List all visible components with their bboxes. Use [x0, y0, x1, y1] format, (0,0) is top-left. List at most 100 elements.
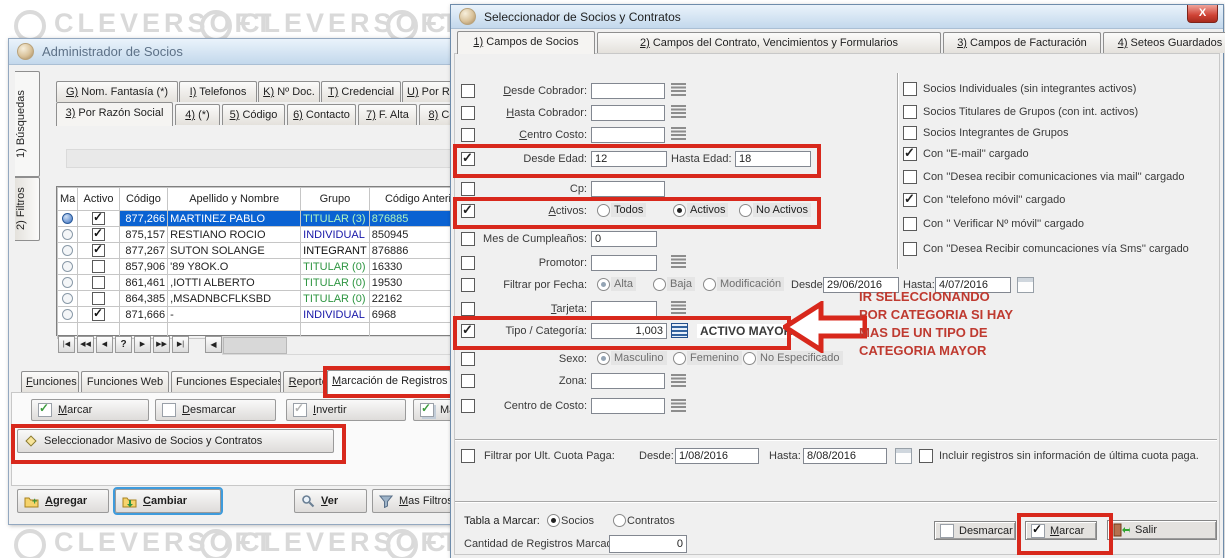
tab-funciones-especiales[interactable]: Funciones Especiales — [171, 371, 281, 392]
calendar-icon[interactable] — [895, 448, 912, 464]
activo-checkbox[interactable] — [92, 212, 105, 225]
tab-por-razon-social[interactable]: 3) Por Razón Social — [56, 102, 173, 126]
verificar-movil-checkbox[interactable] — [903, 217, 917, 231]
table-row[interactable]: 877,267 SUTON SOLANGE INTEGRANT 876886 — [58, 243, 477, 259]
tab-contacto[interactable]: 6) Contacto — [287, 104, 356, 125]
row-marker-icon[interactable] — [62, 293, 73, 304]
nav-fast-next-button[interactable]: ▶▶ — [153, 336, 170, 353]
side-tab-filtros[interactable]: 2) Filtros — [15, 177, 40, 241]
table-row[interactable]: 864,385 ,MSADNBCFLKSBD TITULAR (0) 22162 — [58, 291, 477, 307]
table-row[interactable]: 875,157 RESTIANO ROCIO INDIVIDUAL 850945 — [58, 227, 477, 243]
desde-cobrador-input[interactable] — [591, 83, 665, 99]
zona-lookup-icon[interactable] — [671, 374, 686, 387]
cuota-hasta-input[interactable] — [803, 448, 887, 464]
sexo-femenino-label[interactable]: Femenino — [687, 351, 742, 365]
activo-checkbox[interactable] — [92, 308, 105, 321]
side-tab-busquedas[interactable]: 1) Búsquedas — [15, 71, 40, 177]
hasta-edad-input[interactable] — [735, 151, 811, 167]
hasta-cobrador-input[interactable] — [591, 105, 665, 121]
dialog-marcar-button[interactable]: Marcar — [1025, 521, 1097, 540]
tab-nro-doc[interactable]: K) Nº Doc. — [258, 81, 320, 102]
tab-campos-de-socios[interactable]: 1) Campos de Socios — [457, 31, 595, 54]
sexo-masculino-label[interactable]: Masculino — [611, 351, 667, 365]
hscroll-left-button[interactable]: ◀ — [205, 336, 222, 353]
close-button[interactable]: X — [1187, 5, 1218, 23]
tab-codigo[interactable]: 5) Código — [222, 104, 285, 125]
cuota-desde-input[interactable] — [675, 448, 759, 464]
tab-f-alta[interactable]: 7) F. Alta — [358, 104, 417, 125]
comunicaciones-mail-checkbox[interactable] — [903, 170, 917, 184]
cuota-paga-checkbox[interactable] — [461, 449, 475, 463]
fecha-alta-radio[interactable] — [597, 278, 610, 291]
marcar-button[interactable]: Marcar — [31, 399, 149, 421]
salir-button[interactable]: Salir — [1107, 520, 1217, 540]
centro-de-costo-input[interactable] — [591, 398, 665, 414]
tabla-contratos-label[interactable]: Contratos — [627, 515, 675, 527]
cp-input[interactable] — [591, 181, 665, 197]
hasta-cobrador-lookup-icon[interactable] — [671, 105, 686, 118]
fecha-baja-label[interactable]: Baja — [667, 277, 695, 291]
tab-funciones-web[interactable]: Funciones Web — [81, 371, 169, 392]
activos-activos-label[interactable]: Activos — [687, 203, 728, 217]
promotor-input[interactable] — [591, 255, 657, 271]
con-email-checkbox[interactable] — [903, 147, 917, 161]
tabla-socios-radio[interactable] — [547, 514, 560, 527]
tab-nom-fantasia[interactable]: G) Nom. Fantasía (*) — [56, 81, 178, 102]
activos-activos-radio[interactable] — [673, 204, 686, 217]
row-marker-icon[interactable] — [62, 245, 73, 256]
tipo-categoria-lookup-icon[interactable] — [671, 323, 688, 338]
tarjeta-lookup-icon[interactable] — [671, 301, 686, 314]
activo-checkbox[interactable] — [92, 276, 105, 289]
row-marker-icon[interactable] — [62, 309, 73, 320]
tab-funciones[interactable]: Funciones — [21, 371, 79, 392]
tabla-socios-label[interactable]: Socios — [561, 515, 594, 527]
tab-telefonos[interactable]: I) Telefonos — [179, 81, 257, 102]
incluir-sin-info-checkbox[interactable] — [919, 449, 933, 463]
promotor-lookup-icon[interactable] — [671, 255, 686, 268]
cambiar-button[interactable]: Cambiar — [115, 489, 221, 513]
tab-4[interactable]: 4) (*) — [175, 104, 220, 125]
nav-fast-prev-button[interactable]: ◀◀ — [77, 336, 94, 353]
tab-marcacion-de-registros[interactable]: Marcación de Registros — [327, 370, 451, 394]
table-row[interactable]: 877,266 MARTINEZ PABLO TITULAR (3) 87688… — [58, 211, 477, 227]
activo-checkbox[interactable] — [92, 260, 105, 273]
tab-credencial[interactable]: T) Credencial — [321, 81, 401, 102]
ver-button[interactable]: Ver — [294, 489, 367, 513]
zona-input[interactable] — [591, 373, 665, 389]
seleccionador-masivo-button[interactable]: Seleccionador Masivo de Socios y Contrat… — [17, 429, 334, 453]
dialog-desmarcar-button[interactable]: Desmarcar — [934, 521, 1016, 540]
fecha-modificacion-label[interactable]: Modificación — [717, 277, 784, 291]
socios-titulares-checkbox[interactable] — [903, 105, 917, 119]
fecha-modificacion-radio[interactable] — [703, 278, 716, 291]
desde-cobrador-lookup-icon[interactable] — [671, 83, 686, 96]
nav-prev-button[interactable]: ◀ — [96, 336, 113, 353]
centro-costo-lookup-icon[interactable] — [671, 127, 686, 140]
nav-first-button[interactable]: |◀ — [58, 336, 75, 353]
socios-integrantes-checkbox[interactable] — [903, 126, 917, 140]
tab-seteos-guardados[interactable]: 4) Seteos Guardados — [1103, 32, 1225, 53]
sexo-masculino-radio[interactable] — [597, 352, 610, 365]
row-marker-icon[interactable] — [62, 213, 73, 224]
fecha-baja-radio[interactable] — [653, 278, 666, 291]
telefono-movil-checkbox[interactable] — [903, 193, 917, 207]
tab-campos-de-facturacion[interactable]: 3) Campos de Facturación — [943, 32, 1101, 53]
table-row[interactable]: 861,461 ,IOTTI ALBERTO TITULAR (0) 19530 — [58, 275, 477, 291]
table-row[interactable]: 871,666 - INDIVIDUAL 6968 — [58, 307, 477, 323]
tipo-categoria-input[interactable] — [591, 323, 667, 339]
nav-search-button[interactable]: ? — [115, 336, 132, 353]
sexo-noespecificado-label[interactable]: No Especificado — [757, 351, 843, 365]
agregar-button[interactable]: + Agregar — [17, 489, 109, 513]
window-titlebar[interactable]: Administrador de Socios — [9, 39, 461, 65]
comunicaciones-sms-checkbox[interactable] — [903, 242, 917, 256]
activos-todos-label[interactable]: Todos — [611, 203, 646, 217]
desde-edad-input[interactable] — [591, 151, 667, 167]
activo-checkbox[interactable] — [92, 228, 105, 241]
t abla-contratos-radio[interactable] — [613, 514, 626, 527]
socios-grid[interactable]: Ma Activo Código Apellido y Nombre Grupo… — [56, 186, 478, 336]
mes-cumple-input[interactable] — [591, 231, 657, 247]
activo-checkbox[interactable] — [92, 244, 105, 257]
activos-noactivos-label[interactable]: No Activos — [753, 203, 811, 217]
row-marker-icon[interactable] — [62, 277, 73, 288]
calendar-icon[interactable] — [1017, 277, 1034, 293]
centro-costo-input[interactable] — [591, 127, 665, 143]
